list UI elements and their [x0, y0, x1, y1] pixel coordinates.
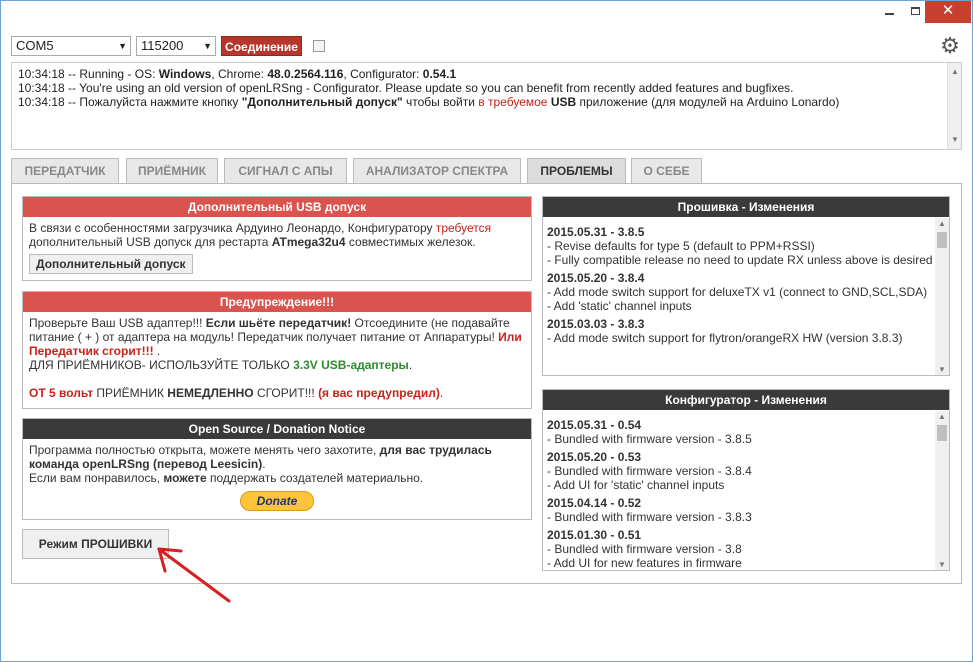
- tab-content: Дополнительный USB допуск В связи с особ…: [11, 183, 962, 584]
- panel-title: Предупреждение!!!: [23, 292, 531, 312]
- panel-body: Программа полностью открыта, можете меня…: [23, 439, 531, 515]
- request-permission-button[interactable]: Дополнительный допуск: [29, 254, 193, 274]
- chevron-down-icon: ▼: [203, 41, 212, 51]
- log-console: 10:34:18 -- Running - OS: Windows, Chrom…: [11, 62, 962, 150]
- panel-title: Прошивка - Изменения: [543, 197, 949, 217]
- donate-button[interactable]: Donate: [240, 491, 314, 511]
- tab-rc-signal[interactable]: СИГНАЛ С АПЫ: [224, 158, 347, 184]
- changelog-line: - Bundled with firmware version - 3.8.3: [547, 510, 752, 524]
- scroll-down-icon[interactable]: ▼: [938, 365, 946, 374]
- firmware-changelog-panel: Прошивка - Изменения 2015.05.31 - 3.8.5-…: [542, 196, 950, 376]
- changelog-version: 2015.01.30 - 0.51: [547, 528, 642, 542]
- changelog-line: - Bundled with firmware version - 3.8: [547, 542, 742, 556]
- changelog-scrollbar[interactable]: ▲ ▼: [935, 218, 949, 375]
- tab-receiver[interactable]: ПРИЁМНИК: [126, 158, 218, 184]
- changelog-line: - Bundled with firmware version - 3.8.4: [547, 464, 752, 478]
- scroll-thumb[interactable]: [937, 425, 947, 441]
- close-icon: ✕: [941, 2, 955, 19]
- minimize-button[interactable]: [875, 1, 903, 23]
- changelog-list: 2015.05.31 - 3.8.5- Revise defaults for …: [547, 221, 947, 373]
- port-value: COM5: [16, 38, 54, 53]
- changelog-version: 2015.05.20 - 3.8.4: [547, 271, 645, 285]
- scroll-up-icon[interactable]: ▲: [938, 412, 946, 421]
- changelog-list: 2015.05.31 - 0.54- Bundled with firmware…: [547, 414, 947, 568]
- changelog-line: - Revise defaults for type 5 (default to…: [547, 239, 815, 253]
- chevron-down-icon: ▼: [118, 41, 127, 51]
- changelog-line: - Add 'static' channel inputs: [547, 299, 692, 313]
- scroll-thumb[interactable]: [937, 232, 947, 248]
- panel-title: Open Source / Donation Notice: [23, 419, 531, 439]
- gear-icon[interactable]: ⚙: [939, 35, 961, 57]
- changelog-scrollbar[interactable]: ▲ ▼: [935, 411, 949, 570]
- changelog-line: - Add mode switch support for deluxeTX v…: [547, 285, 928, 299]
- scroll-down-icon[interactable]: ▼: [951, 133, 959, 147]
- panel-body: Проверьте Ваш USB адаптер!!! Если шьёте …: [29, 316, 522, 400]
- changelog-version: 2015.04.14 - 0.52: [547, 496, 642, 510]
- close-button[interactable]: ✕: [925, 1, 971, 23]
- log-line: 10:34:18 -- Пожалуйста нажмите кнопку "Д…: [18, 95, 840, 109]
- changelog-version: 2015.05.20 - 0.53: [547, 450, 642, 464]
- tab-spectrum-analyzer[interactable]: АНАЛИЗАТОР СПЕКТРА: [353, 158, 521, 184]
- configurator-changelog-panel: Конфигуратор - Изменения 2015.05.31 - 0.…: [542, 389, 950, 571]
- changelog-version: 2015.05.31 - 0.54: [547, 418, 642, 432]
- tab-about[interactable]: О СЕБЕ: [631, 158, 702, 184]
- changelog-version: 2015.05.31 - 3.8.5: [547, 225, 645, 239]
- flash-mode-button[interactable]: Режим ПРОШИВКИ: [22, 529, 169, 559]
- log-line: 10:34:18 -- Running - OS: Windows, Chrom…: [18, 67, 457, 81]
- connect-button[interactable]: Соединение: [221, 36, 302, 56]
- port-select[interactable]: COM5 ▼: [11, 36, 131, 56]
- changelog-line: - Fully compatible release no need to up…: [547, 253, 933, 267]
- red-arrow-annotation: [157, 547, 231, 603]
- tab-problems[interactable]: ПРОБЛЕМЫ: [527, 158, 626, 184]
- changelog-line: - Add UI for 'static' channel inputs: [547, 478, 725, 492]
- panel-title: Конфигуратор - Изменения: [543, 390, 949, 410]
- usb-permission-panel: Дополнительный USB допуск В связи с особ…: [22, 196, 532, 281]
- changelog-version: 2015.03.03 - 3.8.3: [547, 317, 645, 331]
- scroll-up-icon[interactable]: ▲: [951, 65, 959, 79]
- changelog-line: - Add UI for new features in firmware: [547, 556, 742, 568]
- changelog-line: - Bundled with firmware version - 3.8.5: [547, 432, 752, 446]
- app-window: ✕ COM5 ▼ 115200 ▼ Соединение ⚙ 10:34:18 …: [0, 0, 973, 662]
- changelog-line: - Add mode switch support for flytron/or…: [547, 331, 903, 345]
- scroll-down-icon[interactable]: ▼: [938, 560, 946, 569]
- tab-bar: ПЕРЕДАТЧИК ПРИЁМНИК СИГНАЛ С АПЫ АНАЛИЗА…: [11, 158, 961, 184]
- donation-panel: Open Source / Donation Notice Программа …: [22, 418, 532, 520]
- log-line: 10:34:18 -- You're using an old version …: [18, 81, 794, 95]
- auto-connect-checkbox[interactable]: [313, 40, 325, 52]
- panel-body: В связи с особенностями загрузчика Ардуи…: [23, 217, 531, 278]
- log-scrollbar[interactable]: ▲ ▼: [947, 63, 961, 149]
- baud-select[interactable]: 115200 ▼: [136, 36, 216, 56]
- minimize-icon: [884, 13, 894, 15]
- scroll-up-icon[interactable]: ▲: [938, 219, 946, 228]
- panel-title: Дополнительный USB допуск: [23, 197, 531, 217]
- maximize-icon: [910, 7, 920, 15]
- baud-value: 115200: [141, 38, 184, 53]
- tab-transmitter[interactable]: ПЕРЕДАТЧИК: [11, 158, 119, 184]
- title-bar: ✕: [1, 1, 972, 29]
- warning-panel: Предупреждение!!! Проверьте Ваш USB адап…: [22, 291, 532, 409]
